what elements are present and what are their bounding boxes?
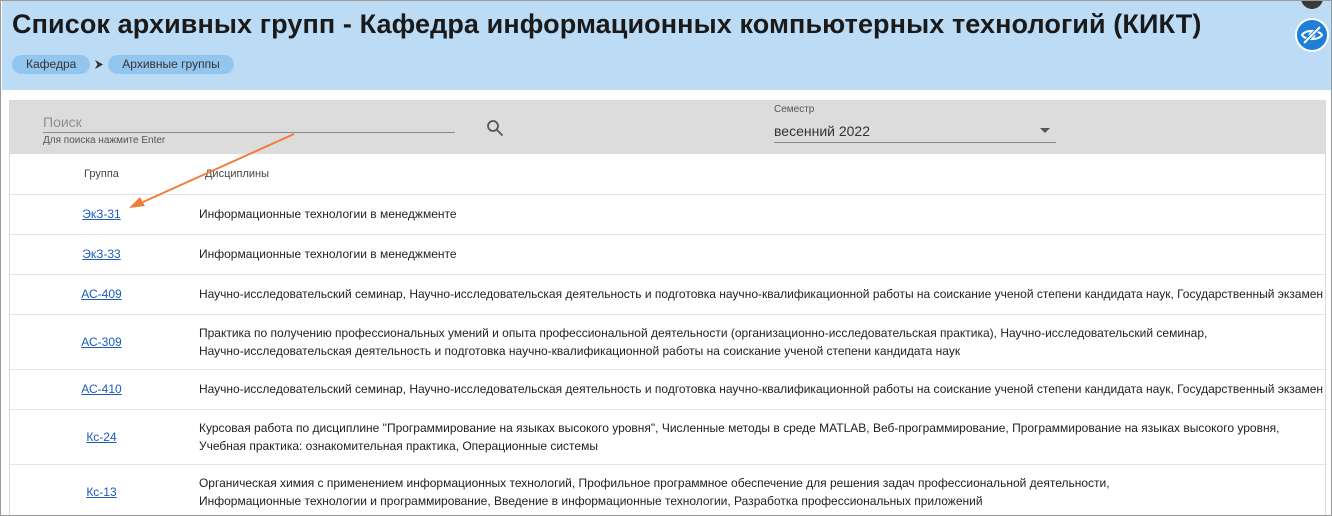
group-link-ks-24[interactable]: Кс-24 [86, 430, 116, 444]
breadcrumb-item-department[interactable]: Кафедра [12, 55, 91, 74]
archive-groups-panel: Для поиска нажмите Enter Семестр весенни… [9, 100, 1327, 515]
group-cell: АС-409 [10, 274, 193, 315]
group-link-as-309[interactable]: АС-309 [81, 335, 121, 349]
table-row: АС-309 Практика по получению профессиона… [10, 314, 1327, 370]
top-corner-button[interactable] [1301, 1, 1323, 9]
page-header: Список архивных групп - Кафедра информац… [2, 1, 1331, 90]
table-row: Кс-13 Органическая химия с применением и… [10, 464, 1327, 515]
disciplines-cell: Информационные технологии в менеджменте [192, 234, 1327, 275]
semester-label: Семестр [774, 104, 815, 115]
semester-select[interactable]: весенний 2022 [774, 119, 1056, 143]
group-cell: Кс-13 [10, 464, 193, 515]
chevron-right-icon [90, 55, 108, 74]
table-row: Кс-24 Курсовая работа по дисциплине "Про… [10, 409, 1327, 465]
search-icon[interactable] [486, 119, 504, 137]
disciplines-text: Органическая химия с применением информа… [198, 475, 1110, 490]
table-row: АС-410 Научно-исследовательский семинар,… [10, 369, 1327, 410]
group-link-ks-13[interactable]: Кс-13 [86, 485, 116, 499]
window-frame: Список архивных групп - Кафедра информац… [0, 0, 1332, 516]
table-row: ЭкЗ-33 Информационные технологии в менед… [10, 234, 1327, 275]
group-cell: Кс-24 [10, 409, 193, 465]
disciplines-cell: Научно-исследовательский семинар, Научно… [192, 274, 1327, 315]
disciplines-text: Научно-исследовательский семинар, Научно… [198, 382, 1323, 396]
group-link-ekz-33[interactable]: ЭкЗ-33 [82, 247, 120, 261]
disciplines-text: Научно-исследовательская деятельность и … [198, 343, 961, 358]
group-cell: АС-410 [10, 369, 193, 410]
search-field: Для поиска нажмите Enter [43, 111, 455, 146]
disciplines-cell: Информационные технологии в менеджменте [192, 194, 1327, 235]
disciplines-cell: Практика по получению профессиональных у… [192, 314, 1327, 370]
disciplines-text: Курсовая работа по дисциплине "Программи… [198, 420, 1280, 435]
group-cell: ЭкЗ-31 [10, 194, 193, 235]
disciplines-text: Информационные технологии и программиров… [198, 493, 983, 508]
group-link-ekz-31[interactable]: ЭкЗ-31 [82, 207, 120, 221]
search-input[interactable] [43, 111, 455, 133]
page-title: Список архивных групп - Кафедра информац… [12, 9, 1202, 39]
group-link-as-410[interactable]: АС-410 [81, 382, 121, 396]
group-link-as-409[interactable]: АС-409 [81, 287, 121, 301]
disciplines-cell: Научно-исследовательский семинар, Научно… [192, 369, 1327, 410]
filter-toolbar: Для поиска нажмите Enter Семестр весенни… [10, 101, 1325, 154]
semester-value: весенний 2022 [774, 122, 870, 139]
accessibility-toggle-button[interactable] [1295, 18, 1329, 52]
disciplines-text: Научно-исследовательский семинар, Научно… [198, 287, 1323, 301]
semester-field: Семестр весенний 2022 [774, 104, 1056, 143]
column-header-disciplines: Дисциплины [192, 154, 1327, 195]
disciplines-text: Информационные технологии в менеджменте [198, 207, 457, 221]
chevron-down-icon [1040, 128, 1050, 133]
table-row: ЭкЗ-31 Информационные технологии в менед… [10, 194, 1327, 235]
eye-slash-icon [1300, 25, 1324, 45]
column-header-group: Группа [10, 154, 193, 195]
disciplines-text: Учебная практика: ознакомительная практи… [198, 438, 598, 453]
disciplines-cell: Курсовая работа по дисциплине "Программи… [192, 409, 1327, 465]
group-cell: ЭкЗ-33 [10, 234, 193, 275]
disciplines-text: Информационные технологии в менеджменте [198, 247, 457, 261]
table-row: АС-409 Научно-исследовательский семинар,… [10, 274, 1327, 315]
breadcrumb-item-archive-groups[interactable]: Архивные группы [108, 55, 234, 74]
search-hint: Для поиска нажмите Enter [43, 135, 166, 146]
disciplines-cell: Органическая химия с применением информа… [192, 464, 1327, 515]
groups-table: Группа Дисциплины ЭкЗ-31 Информационные … [10, 154, 1327, 515]
group-cell: АС-309 [10, 314, 193, 370]
table-header-row: Группа Дисциплины [10, 154, 1327, 195]
disciplines-text: Практика по получению профессиональных у… [198, 325, 1208, 340]
breadcrumb: Кафедра Архивные группы [12, 55, 234, 74]
